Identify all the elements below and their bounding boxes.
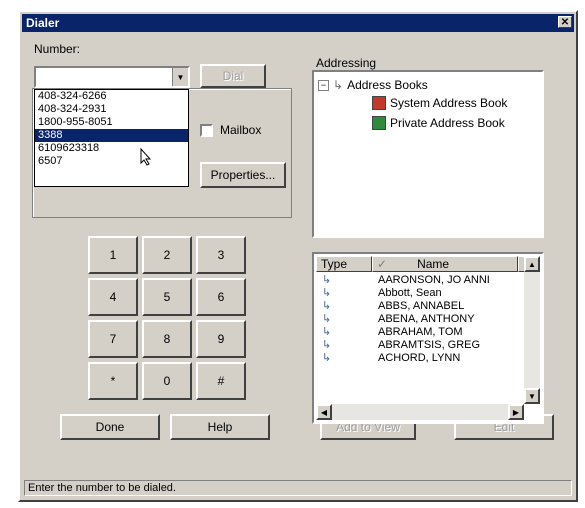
history-item[interactable]: 6109623318 bbox=[35, 142, 188, 155]
help-button[interactable]: Help bbox=[170, 414, 270, 440]
contact-type-icon: ↳ bbox=[322, 326, 332, 338]
keypad-key-6[interactable]: 6 bbox=[196, 278, 246, 316]
status-bar: Enter the number to be dialed. bbox=[24, 480, 572, 496]
title-bar: Dialer ✕ bbox=[22, 14, 574, 32]
column-name[interactable]: ✓ Name bbox=[372, 256, 518, 272]
list-item[interactable]: ↳ABRAMTSIS, GREGC bbox=[316, 339, 538, 352]
number-combobox[interactable]: ▼ bbox=[34, 66, 190, 88]
vertical-scrollbar[interactable]: ▲ ▼ bbox=[524, 256, 540, 404]
sort-icon: ✓ bbox=[377, 257, 388, 271]
keypad-key-3[interactable]: 3 bbox=[196, 236, 246, 274]
history-item[interactable]: 6507 bbox=[35, 155, 188, 168]
tree-root[interactable]: − ↳ Address Books bbox=[318, 78, 428, 92]
number-label: Number: bbox=[34, 42, 81, 56]
list-item[interactable]: ↳ ABRAHAM, TOM bbox=[316, 326, 538, 339]
address-books-folder-icon: ↳ bbox=[333, 78, 344, 92]
contact-type-icon: ↳ bbox=[322, 313, 332, 325]
close-button[interactable]: ✕ bbox=[558, 16, 572, 28]
number-history-dropdown[interactable]: 408-324-6266 408-324-2931 1800-955-8051 … bbox=[34, 89, 189, 187]
history-item[interactable]: 408-324-2931 bbox=[35, 103, 188, 116]
addressing-label: Addressing bbox=[316, 56, 377, 70]
list-item[interactable]: ↳ ABBS, ANNABEL bbox=[316, 300, 538, 313]
scroll-right-icon[interactable]: ▶ bbox=[508, 404, 524, 420]
contact-type-icon: ↳ bbox=[322, 352, 332, 364]
keypad-key-2[interactable]: 2 bbox=[142, 236, 192, 274]
properties-button[interactable]: Properties... bbox=[200, 162, 286, 188]
mailbox-checkbox[interactable] bbox=[200, 124, 213, 137]
contact-type-icon: ↳ bbox=[322, 300, 332, 312]
contact-type-icon: ↳ bbox=[322, 339, 332, 351]
keypad-key-5[interactable]: 5 bbox=[142, 278, 192, 316]
horizontal-scrollbar[interactable]: ◀ ▶ bbox=[316, 404, 524, 420]
keypad-key-9[interactable]: 9 bbox=[196, 320, 246, 358]
tree-item-label: Private Address Book bbox=[390, 116, 505, 130]
dial-button[interactable]: Dial bbox=[200, 64, 266, 88]
chevron-down-icon[interactable]: ▼ bbox=[172, 68, 188, 86]
keypad-key-4[interactable]: 4 bbox=[88, 278, 138, 316]
list-item[interactable]: ↳ABENA, ANTHONYC bbox=[316, 313, 538, 326]
contacts-list[interactable]: Type ✓ Name I ↳AARONSON, JO ANNIC ↳Abbot… bbox=[312, 252, 544, 424]
scroll-up-icon[interactable]: ▲ bbox=[524, 256, 540, 272]
scroll-left-icon[interactable]: ◀ bbox=[316, 404, 332, 420]
contact-type-icon: ↳ bbox=[322, 274, 332, 286]
list-item[interactable]: ↳AARONSON, JO ANNIC bbox=[316, 274, 538, 287]
address-book-tree[interactable]: − ↳ Address Books System Address Book Pr… bbox=[312, 70, 544, 238]
done-button[interactable]: Done bbox=[60, 414, 160, 440]
keypad-key-0[interactable]: 0 bbox=[142, 362, 192, 400]
history-item-selected[interactable]: 3388 bbox=[35, 129, 188, 142]
tree-item-private-address-book[interactable]: Private Address Book bbox=[372, 116, 505, 130]
mailbox-label[interactable]: Mailbox bbox=[220, 123, 261, 137]
keypad-key-7[interactable]: 7 bbox=[88, 320, 138, 358]
private-address-book-icon bbox=[372, 116, 386, 130]
scroll-down-icon[interactable]: ▼ bbox=[524, 388, 540, 404]
tree-collapse-icon[interactable]: − bbox=[318, 79, 329, 91]
contact-type-icon: ↳ bbox=[322, 287, 332, 299]
list-item[interactable]: ↳Abbott, SeanFl bbox=[316, 287, 538, 300]
list-item[interactable]: ↳ACHORD, LYNNU bbox=[316, 352, 538, 365]
tree-root-label: Address Books bbox=[347, 78, 428, 92]
keypad-key-8[interactable]: 8 bbox=[142, 320, 192, 358]
keypad-key-1[interactable]: 1 bbox=[88, 236, 138, 274]
column-name-label: Name bbox=[417, 257, 450, 271]
close-icon: ✕ bbox=[560, 17, 570, 28]
tree-item-label: System Address Book bbox=[390, 96, 508, 110]
list-header: Type ✓ Name I bbox=[316, 256, 540, 272]
window-title: Dialer bbox=[26, 16, 60, 30]
keypad-key-star[interactable]: * bbox=[88, 362, 138, 400]
system-address-book-icon bbox=[372, 96, 386, 110]
keypad-key-hash[interactable]: # bbox=[196, 362, 246, 400]
column-type[interactable]: Type bbox=[316, 256, 372, 272]
mouse-pointer-icon bbox=[140, 148, 152, 166]
history-item[interactable]: 1800-955-8051 bbox=[35, 116, 188, 129]
history-item[interactable]: 408-324-6266 bbox=[35, 90, 188, 103]
tree-item-system-address-book[interactable]: System Address Book bbox=[372, 96, 507, 110]
